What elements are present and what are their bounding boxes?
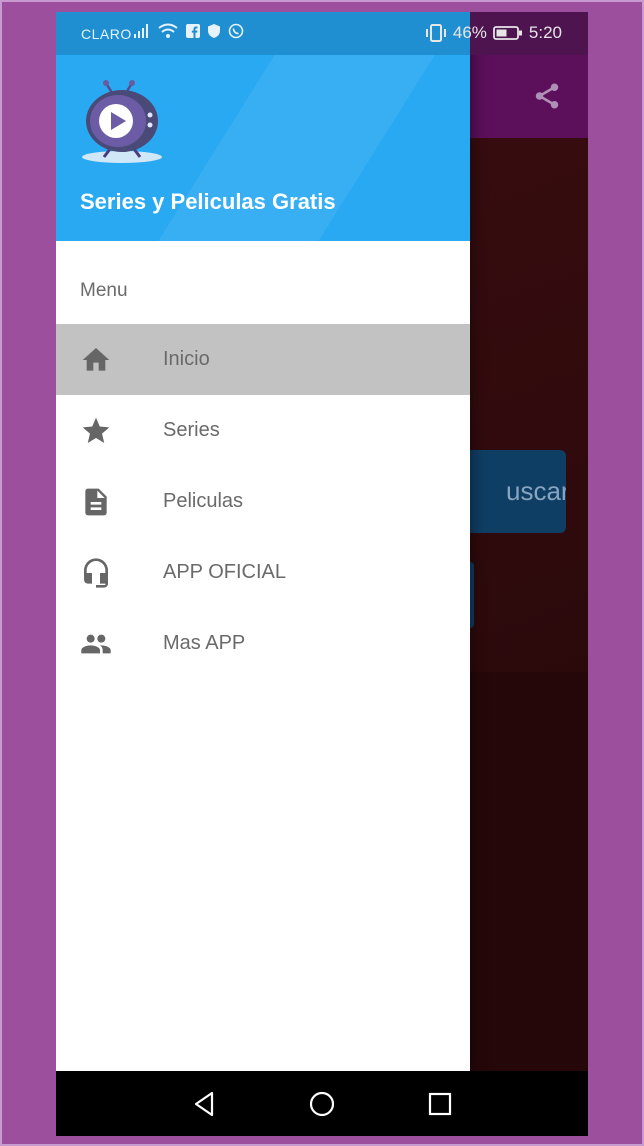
home-icon — [82, 348, 110, 371]
facebook-icon — [186, 24, 200, 38]
menu-item-label: Mas APP — [163, 632, 246, 654]
wifi-icon — [158, 23, 178, 38]
menu-list: Inicio Series Peliculas APP OFICIAL Mas … — [56, 324, 470, 679]
menu-item-app-oficial[interactable]: APP OFICIAL — [56, 537, 470, 608]
battery-icon — [493, 26, 522, 40]
menu-item-mas-app[interactable]: Mas APP — [56, 608, 470, 679]
system-navigation-bar — [56, 1071, 588, 1136]
clock: 5:20 — [528, 23, 562, 42]
menu-item-label: Inicio — [163, 348, 210, 370]
app-logo-icon — [82, 80, 162, 163]
status-right: 46% 5:20 — [425, 23, 562, 43]
whatsapp-icon — [228, 23, 244, 39]
menu-item-label: APP OFICIAL — [163, 561, 287, 583]
status-bar: CLARO 46% 5:20 — [56, 12, 588, 55]
menu-item-label: Peliculas — [163, 490, 244, 512]
menu-heading: Menu — [80, 280, 128, 301]
menu-item-peliculas[interactable]: Peliculas — [56, 466, 470, 537]
drawer-header: Series y Peliculas Gratis — [56, 55, 470, 241]
status-icons — [134, 23, 244, 39]
menu-item-label: Series — [163, 419, 220, 441]
back-icon[interactable] — [190, 1089, 220, 1119]
menu-item-inicio[interactable]: Inicio — [56, 324, 470, 395]
battery-percent: 46% — [452, 23, 487, 42]
share-icon[interactable] — [532, 81, 562, 111]
carrier-label: CLARO — [81, 26, 132, 42]
vibrate-icon — [425, 24, 446, 42]
menu-item-series[interactable]: Series — [56, 395, 470, 466]
headset-icon — [84, 558, 108, 588]
shield-icon — [208, 24, 220, 38]
star-icon — [82, 417, 110, 443]
people-icon — [81, 634, 111, 654]
navigation-drawer: Series y Peliculas Gratis Menu Inicio Se… — [56, 12, 470, 1071]
document-icon — [85, 488, 107, 516]
home-circle-icon[interactable] — [307, 1089, 337, 1119]
phone-screen: uscar Series y Peliculas Gratis Menu Ini… — [56, 12, 588, 1136]
signal-icon — [134, 24, 148, 38]
drawer-header-title: Series y Peliculas Gratis — [80, 189, 336, 214]
recents-icon[interactable] — [425, 1089, 455, 1119]
